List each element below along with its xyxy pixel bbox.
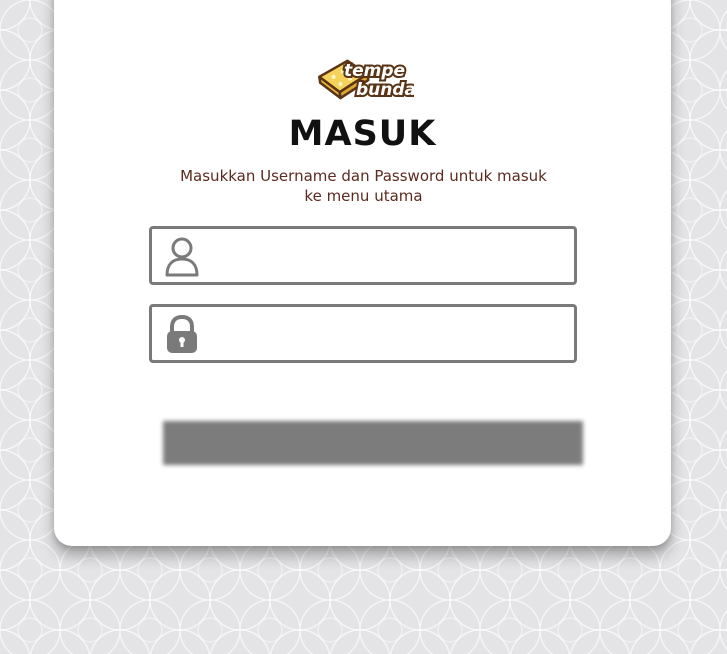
brand-logo: tempe bunda <box>310 52 414 102</box>
username-field[interactable] <box>149 226 577 285</box>
lock-icon <box>162 313 202 355</box>
user-icon <box>162 235 202 277</box>
logo-text-line1: tempe <box>344 61 405 81</box>
password-field[interactable] <box>149 304 577 363</box>
login-button[interactable] <box>163 421 583 465</box>
page-title: MASUK <box>288 114 437 154</box>
username-input[interactable] <box>208 235 562 277</box>
logo-text-line2: bunda <box>356 80 414 100</box>
password-input[interactable] <box>208 313 562 355</box>
page-subtitle: Masukkan Username dan Password untuk mas… <box>180 167 547 205</box>
